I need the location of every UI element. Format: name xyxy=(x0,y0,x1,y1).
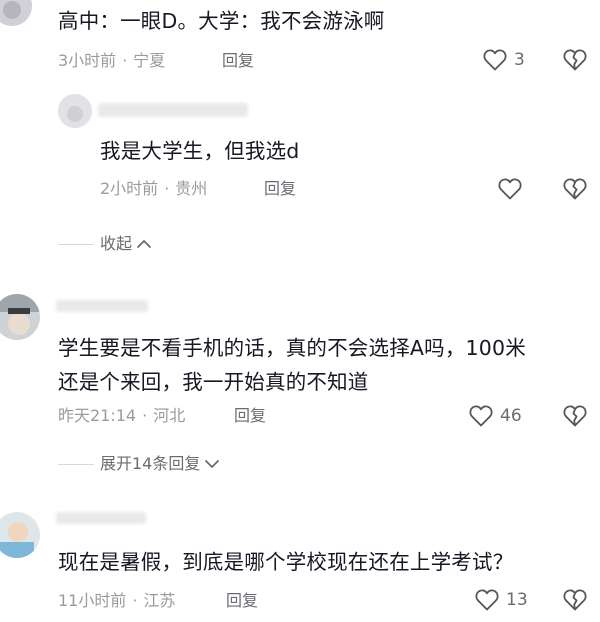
reply-button[interactable]: 回复 xyxy=(222,50,254,72)
like-count: 3 xyxy=(514,50,525,70)
broken-heart-icon xyxy=(562,588,588,612)
collapse-replies-button[interactable]: 收起 xyxy=(58,233,152,255)
comment-time: 3小时前 xyxy=(58,51,117,70)
chevron-down-icon xyxy=(204,458,220,470)
chevron-up-icon xyxy=(136,238,152,250)
comment-time: 昨天21:14 xyxy=(58,406,137,425)
reply-button[interactable]: 回复 xyxy=(226,590,258,612)
like-count: 46 xyxy=(500,406,522,426)
comment-text: 高中：一眼D。大学：我不会游泳啊 xyxy=(58,9,385,33)
like-count: 13 xyxy=(506,590,528,610)
comment-location: 贵州 xyxy=(175,179,208,198)
comment-meta: 11小时前 · 江苏 xyxy=(58,590,175,612)
comment-text: 现在是暑假，到底是哪个学校现在还在上学考试？ xyxy=(58,550,514,574)
heart-outline-icon xyxy=(482,48,508,72)
comment-text-line-1: 学生要是不看手机的话，真的不会选择A吗，100米 xyxy=(58,336,526,360)
heart-outline-icon xyxy=(474,588,500,612)
like-button[interactable]: 46 xyxy=(468,404,522,428)
comment-time: 11小时前 xyxy=(58,591,127,610)
comment-time: 2小时前 xyxy=(100,179,159,198)
comment-text-line-2: 还是个来回，我一开始真的不知道 xyxy=(58,370,369,394)
like-button[interactable]: 13 xyxy=(474,588,528,612)
dislike-button[interactable] xyxy=(562,177,588,201)
username-blurred xyxy=(98,103,248,117)
reply-button[interactable]: 回复 xyxy=(234,405,266,427)
comment-location: 宁夏 xyxy=(133,51,166,70)
divider-line xyxy=(58,463,94,465)
heart-outline-icon xyxy=(497,177,523,201)
expand-replies-button[interactable]: 展开14条回复 xyxy=(58,453,220,475)
like-button[interactable] xyxy=(497,177,523,201)
divider-line xyxy=(58,243,94,245)
heart-outline-icon xyxy=(468,404,494,428)
comment-location: 江苏 xyxy=(143,591,176,610)
reply-button[interactable]: 回复 xyxy=(264,178,296,200)
comment-meta: 昨天21:14 · 河北 xyxy=(58,405,185,427)
avatar[interactable] xyxy=(0,512,40,558)
comment-meta: 3小时前 · 宁夏 xyxy=(58,50,165,72)
dislike-button[interactable] xyxy=(562,404,588,428)
meta-separator: · xyxy=(164,179,170,198)
expand-label: 展开14条回复 xyxy=(100,454,201,473)
avatar[interactable] xyxy=(0,294,40,340)
broken-heart-icon xyxy=(562,177,588,201)
username-blurred xyxy=(56,300,148,312)
avatar[interactable] xyxy=(0,0,32,26)
username-blurred xyxy=(56,512,146,524)
like-button[interactable]: 3 xyxy=(482,48,525,72)
comment-location: 河北 xyxy=(153,406,186,425)
broken-heart-icon xyxy=(562,404,588,428)
comment-meta: 2小时前 · 贵州 xyxy=(100,178,207,200)
comment-text: 我是大学生，但我选d xyxy=(100,139,300,163)
broken-heart-icon xyxy=(562,48,588,72)
dislike-button[interactable] xyxy=(562,588,588,612)
meta-separator: · xyxy=(122,51,128,70)
meta-separator: · xyxy=(132,591,138,610)
collapse-label: 收起 xyxy=(100,234,133,253)
avatar[interactable] xyxy=(58,94,92,128)
dislike-button[interactable] xyxy=(562,48,588,72)
meta-separator: · xyxy=(142,406,148,425)
